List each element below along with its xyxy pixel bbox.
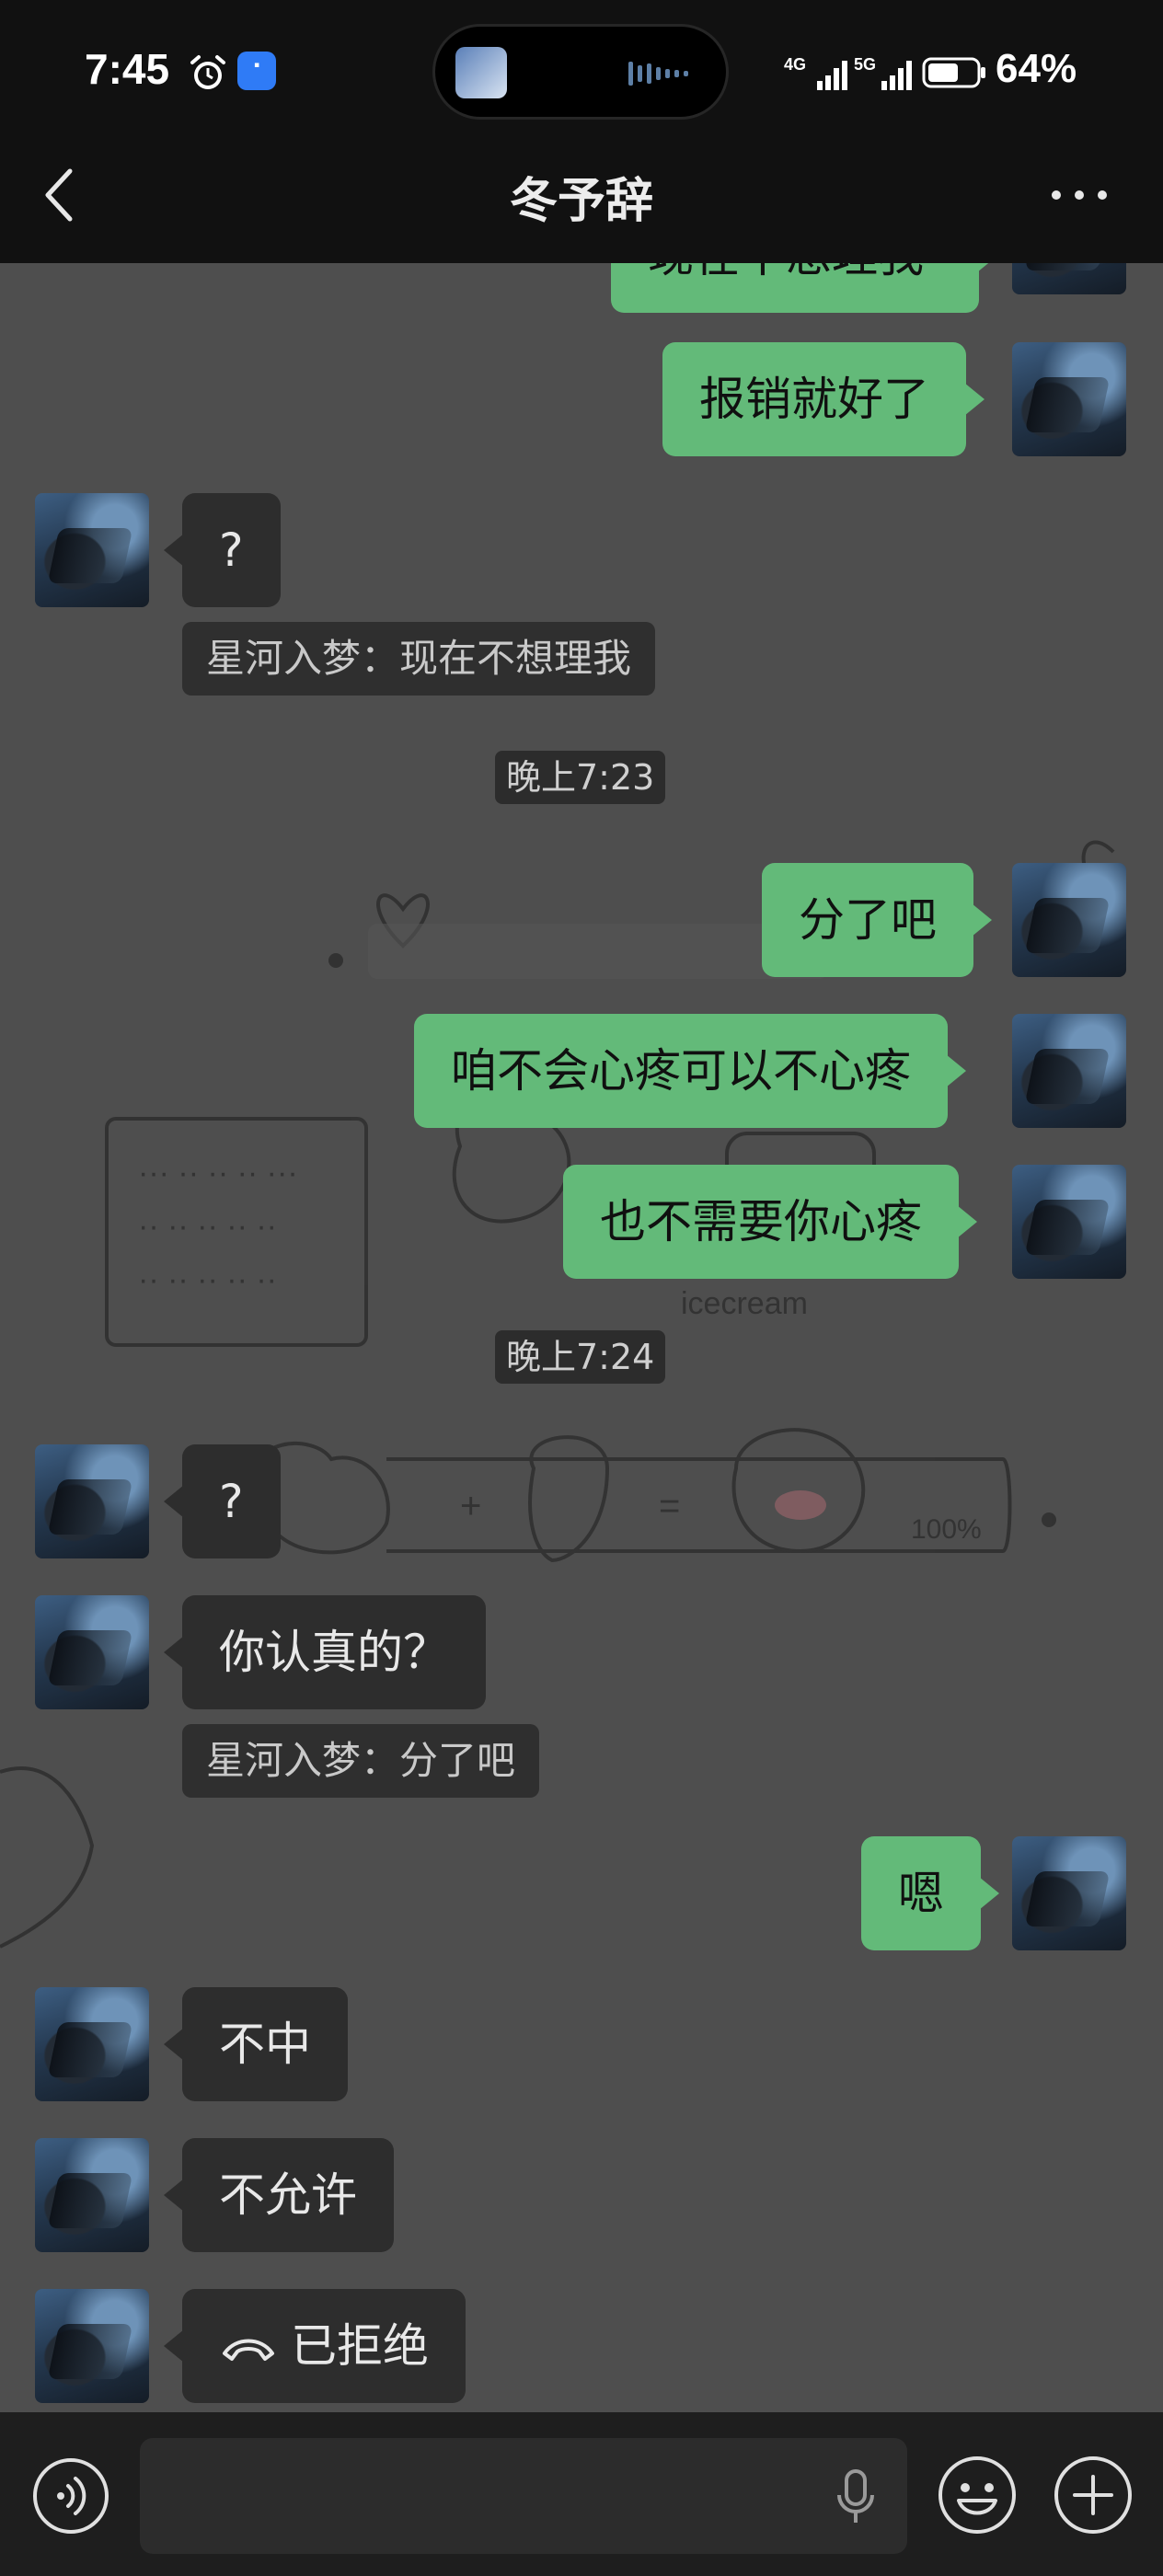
chat-title: 冬予辞 xyxy=(509,174,653,229)
cellular-4g-icon: 4G xyxy=(784,55,847,90)
declined-call-icon xyxy=(223,2339,274,2361)
emoji-icon[interactable] xyxy=(937,2455,1018,2536)
svg-text:··· ·· ·· ·· ···: ··· ·· ·· ·· ··· xyxy=(138,1156,298,1190)
message-bubble-outgoing[interactable]: 报销就好了 xyxy=(662,342,985,456)
message-bubble-incoming[interactable]: 不中 xyxy=(164,1987,348,2101)
avatar-self[interactable] xyxy=(1012,263,1126,294)
audio-wave-icon xyxy=(628,62,688,86)
svg-text:·· ·· ·· ·· ··: ·· ·· ·· ·· ·· xyxy=(138,1209,277,1244)
timestamp: 晚上7:24 xyxy=(495,1330,666,1384)
message-bubble-incoming[interactable]: 你认真的？ xyxy=(164,1595,486,1709)
message-input[interactable] xyxy=(140,2438,907,2554)
signal-1-label: 4G xyxy=(784,55,806,74)
message-text: ? xyxy=(219,523,244,577)
svg-text:=: = xyxy=(659,1486,680,1526)
pay-app-notification-icon: ▪ xyxy=(237,52,276,90)
svg-text:100%: 100% xyxy=(911,1514,982,1545)
battery-icon xyxy=(922,57,985,88)
quoted-reply[interactable]: 星河入梦：现在不想理我 xyxy=(182,622,656,696)
alarm-icon xyxy=(190,55,225,89)
message-bubble-incoming[interactable]: ? xyxy=(164,1444,281,1558)
message-bubble-incoming[interactable]: 不允许 xyxy=(164,2138,394,2252)
svg-text:icecream: icecream xyxy=(681,1286,808,1321)
message-text: 不允许 xyxy=(219,2168,357,2222)
message-text: 报销就好了 xyxy=(699,373,929,426)
media-thumbnail xyxy=(455,47,507,98)
avatar-contact[interactable] xyxy=(35,1595,149,1709)
avatar-contact[interactable] xyxy=(35,2289,149,2403)
message-text: 嗯 xyxy=(898,1867,944,1920)
cellular-5g-icon: 5G xyxy=(854,55,912,90)
message-text: 已拒绝 xyxy=(291,2319,429,2373)
avatar-self[interactable] xyxy=(1012,863,1126,977)
signal-2-label: 5G xyxy=(854,55,876,74)
avatar-contact[interactable] xyxy=(35,1444,149,1558)
svg-text:·· ·· ·· ·· ··: ·· ·· ·· ·· ·· xyxy=(138,1262,277,1297)
message-bubble-outgoing[interactable]: 嗯 xyxy=(861,1836,999,1950)
call-record-bubble[interactable]: 已拒绝 xyxy=(164,2289,466,2403)
avatar-self[interactable] xyxy=(1012,1014,1126,1128)
quoted-reply[interactable]: 星河入梦：分了吧 xyxy=(182,1724,540,1798)
avatar-contact[interactable] xyxy=(35,493,149,607)
svg-text:+: + xyxy=(460,1486,481,1526)
battery-percent: 64% xyxy=(996,46,1077,91)
avatar-self[interactable] xyxy=(1012,342,1126,456)
message-bubble-outgoing[interactable]: 咱不会心疼可以不心疼 xyxy=(414,1014,966,1128)
avatar-self[interactable] xyxy=(1012,1165,1126,1279)
message-list[interactable]: ··· ·· ·· ·· ··· ·· ·· ·· ·· ·· ·· ·· ··… xyxy=(0,263,1163,2412)
message-text: ? xyxy=(219,1475,244,1528)
message-bubble-outgoing[interactable]: 分了吧 xyxy=(762,863,992,977)
message-text: 现在不想理我 xyxy=(648,263,924,282)
message-bubble-incoming[interactable]: ? xyxy=(164,493,281,607)
avatar-contact[interactable] xyxy=(35,1987,149,2101)
add-attachment-icon[interactable] xyxy=(1053,2455,1134,2536)
message-text: 也不需要你心疼 xyxy=(600,1195,922,1248)
microphone-icon[interactable] xyxy=(832,2467,880,2526)
voice-input-toggle-icon[interactable] xyxy=(31,2456,110,2536)
avatar-self[interactable] xyxy=(1012,1836,1126,1950)
more-options-icon[interactable] xyxy=(1047,182,1111,208)
message-text: 不中 xyxy=(219,2018,311,2071)
message-bubble-outgoing[interactable]: 现在不想理我 xyxy=(611,263,997,313)
dynamic-island[interactable] xyxy=(432,24,729,120)
message-text: 咱不会心疼可以不心疼 xyxy=(451,1044,911,1098)
message-bubble-outgoing[interactable]: 也不需要你心疼 xyxy=(563,1165,977,1279)
message-text: 你认真的？ xyxy=(219,1626,449,1679)
timestamp: 晚上7:23 xyxy=(495,751,666,804)
status-time: 7:45 xyxy=(85,45,170,93)
message-text: 分了吧 xyxy=(799,893,937,947)
avatar-contact[interactable] xyxy=(35,2138,149,2252)
